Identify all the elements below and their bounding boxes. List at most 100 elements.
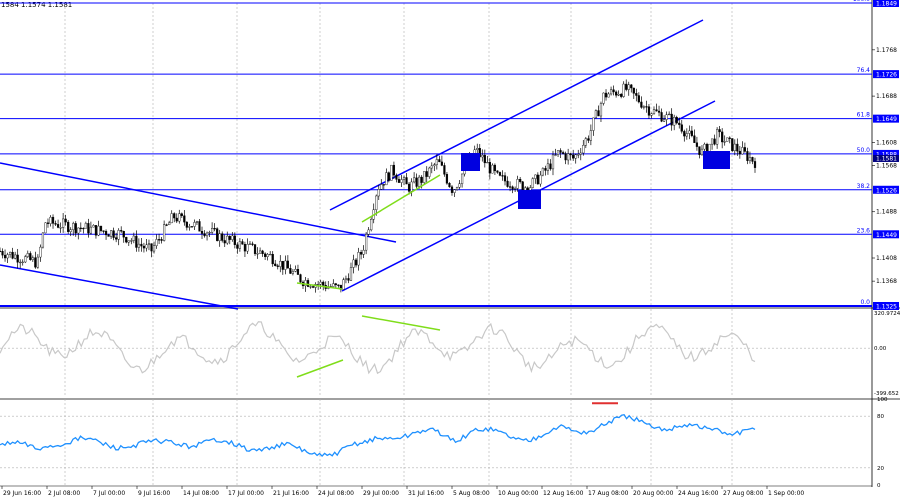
candle-body <box>31 257 34 260</box>
candle-body <box>319 281 322 285</box>
candle-body <box>544 168 547 171</box>
candle-body <box>662 119 666 122</box>
candle-body <box>147 243 151 246</box>
candle-body <box>67 221 70 232</box>
candle-body <box>420 176 423 183</box>
candle-body <box>521 181 524 191</box>
candle-body <box>743 147 746 152</box>
candle-body <box>395 174 398 180</box>
candle-body <box>668 113 671 116</box>
candle-body <box>516 179 519 189</box>
candle-body <box>203 233 206 237</box>
forex-chart[interactable]: 100.0 1.1849 76.4 1.1726 61.8 1.1649 50.0 1.158… <box>0 0 900 500</box>
candle-body <box>592 117 595 131</box>
candle-body <box>445 174 449 184</box>
candle-body <box>716 129 719 145</box>
panel-separator <box>0 398 900 400</box>
candle-body <box>185 221 188 228</box>
rsi-tick-label: 0 <box>877 483 881 489</box>
fib-price-text: 1.1325 <box>876 304 897 311</box>
candle-body <box>163 224 166 241</box>
candle-body <box>216 228 219 241</box>
candle-body <box>546 163 550 171</box>
candle-body <box>3 254 7 259</box>
candle-body <box>264 253 267 257</box>
candle-body <box>690 130 693 136</box>
candle-body <box>188 226 191 228</box>
candle-body <box>710 138 714 145</box>
candle-body <box>349 267 353 281</box>
cci-tick-label: 0.00 <box>874 346 887 352</box>
candle-body <box>402 177 406 180</box>
candle-body <box>94 225 98 236</box>
candle-body <box>390 164 393 181</box>
candle-body <box>503 175 507 182</box>
candle-body <box>226 235 229 244</box>
candle-body <box>370 219 373 231</box>
candle-body <box>443 165 446 175</box>
candle-body <box>236 244 239 249</box>
candle-body <box>72 223 75 230</box>
candle-body <box>680 124 683 132</box>
candle-body <box>357 252 360 266</box>
candle-body <box>582 145 585 154</box>
candle-body <box>198 221 201 232</box>
candle-body <box>448 183 451 188</box>
time-tick-label: 24 Aug 16:00 <box>678 490 719 497</box>
candle-body <box>415 177 418 187</box>
candle-body <box>342 279 345 290</box>
candle-body <box>698 146 701 155</box>
time-tick-label: 17 Jul 00:00 <box>228 490 264 497</box>
candle-body <box>173 213 176 219</box>
candle-body <box>455 187 459 190</box>
candle-body <box>425 171 428 177</box>
candle-body <box>248 243 252 245</box>
candle-body <box>491 164 494 174</box>
candle-body <box>627 84 630 90</box>
candle-body <box>688 130 691 134</box>
candle-body <box>261 250 264 255</box>
candle-body <box>617 94 620 96</box>
candle-body <box>751 157 754 162</box>
candle-body <box>208 231 211 234</box>
time-tick-label: 20 Aug 00:00 <box>633 490 674 497</box>
candle-body <box>536 174 539 185</box>
candle-body <box>460 173 464 184</box>
candle-body <box>577 154 580 156</box>
candle-body <box>541 168 544 176</box>
candle-body <box>632 87 635 94</box>
candle-body <box>377 189 380 197</box>
candle-body <box>21 261 24 263</box>
candle-body <box>572 154 575 159</box>
candle-body <box>24 256 27 263</box>
candle-body <box>228 235 231 240</box>
candle-body <box>258 250 262 254</box>
candle-body <box>723 141 726 143</box>
candle-body <box>218 233 221 241</box>
candle-body <box>170 213 173 224</box>
candle-body <box>637 95 640 103</box>
rsi-tick-label: 20 <box>877 466 884 472</box>
candle-body <box>352 259 355 268</box>
candle-body <box>281 260 284 270</box>
fib-level-label: 0.0 <box>860 299 870 306</box>
price-tick-label: 1.1768 <box>876 47 897 54</box>
zone-marker <box>461 153 480 171</box>
candle-body <box>322 281 325 286</box>
candle-body <box>410 181 413 192</box>
candle-body <box>354 259 358 266</box>
candle-body <box>74 223 77 234</box>
candle-body <box>508 186 512 188</box>
time-tick-label: 14 Jul 08:00 <box>183 490 219 497</box>
candle-body <box>365 233 368 251</box>
candle-body <box>223 240 226 244</box>
candle-body <box>312 286 315 288</box>
candle-body <box>122 230 125 238</box>
candle-body <box>678 122 681 125</box>
candle-body <box>481 154 484 158</box>
time-tick-label: 12 Aug 16:00 <box>543 490 584 497</box>
down-channel-upper <box>0 162 397 243</box>
candle-body <box>104 231 108 236</box>
candle-body <box>26 253 29 257</box>
candle-body <box>625 83 628 90</box>
